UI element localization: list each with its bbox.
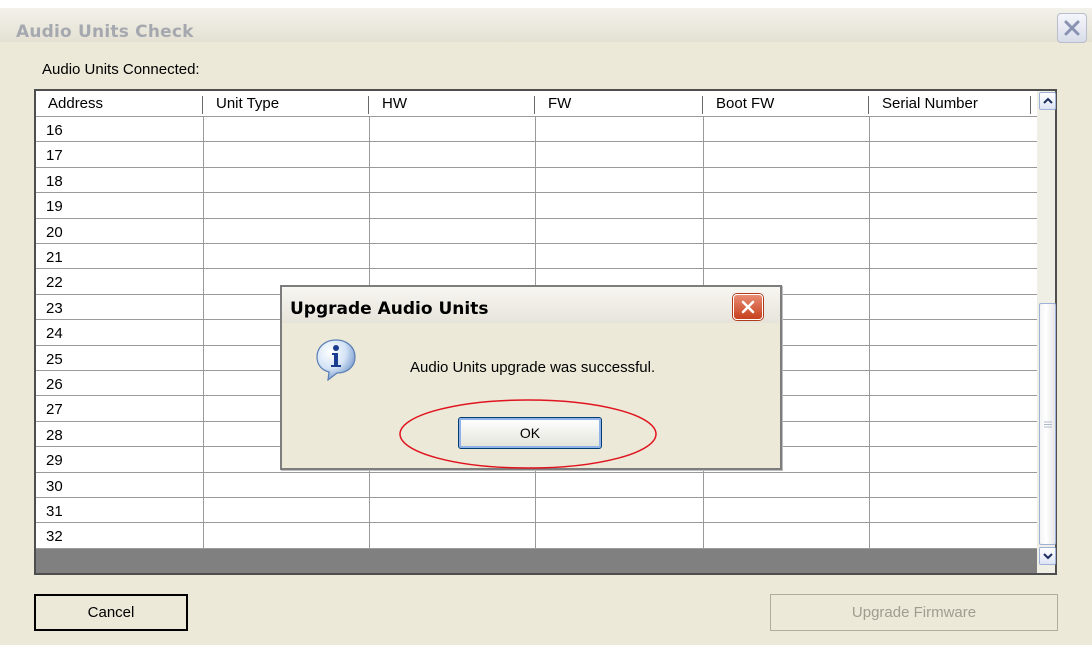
column-header-serial-number[interactable]: Serial Number [870, 91, 1030, 117]
address-cell: 23 [46, 299, 63, 317]
dialog-message: Audio Units upgrade was successful. [410, 359, 656, 376]
address-cell: 30 [46, 477, 63, 495]
address-cell: 19 [46, 198, 63, 216]
info-icon [316, 339, 356, 381]
table-header: Address Unit Type HW FW Boot FW Serial N… [36, 91, 1037, 117]
address-cell: 20 [46, 223, 63, 241]
column-divider[interactable] [534, 96, 535, 114]
address-cell: 27 [46, 401, 63, 419]
window-title: Audio Units Check [16, 22, 194, 42]
grip-icon [1043, 421, 1052, 427]
table-row[interactable]: 16 [36, 117, 1037, 143]
address-cell: 31 [46, 503, 63, 520]
table-row[interactable]: 21 [36, 244, 1037, 270]
scroll-down-button[interactable] [1039, 547, 1056, 565]
address-cell: 16 [46, 122, 63, 139]
column-gridline [203, 117, 204, 549]
column-header-hw[interactable]: HW [370, 91, 536, 117]
dialog-title: Upgrade Audio Units [290, 299, 489, 319]
address-cell: 17 [46, 147, 63, 165]
upgrade-firmware-button[interactable]: Upgrade Firmware [770, 594, 1058, 631]
address-cell: 21 [46, 249, 63, 266]
dialog-close-button[interactable] [733, 294, 763, 320]
table-row[interactable]: 30 [36, 473, 1037, 498]
address-cell: 24 [46, 325, 63, 343]
address-cell: 26 [46, 376, 63, 393]
cancel-button[interactable]: Cancel [34, 594, 188, 631]
window-close-button[interactable] [1057, 13, 1087, 43]
address-cell: 28 [46, 426, 63, 444]
table-row[interactable]: 18 [36, 168, 1037, 194]
address-cell: 18 [46, 172, 63, 190]
table-row[interactable]: 19 [36, 193, 1037, 219]
address-cell: 25 [46, 350, 63, 368]
table-row[interactable]: 20 [36, 219, 1037, 244]
table-row[interactable]: 31 [36, 498, 1037, 524]
connected-label: Audio Units Connected: [42, 61, 200, 78]
dialog-titlebar: Upgrade Audio Units [282, 287, 780, 323]
column-header-boot-fw[interactable]: Boot FW [704, 91, 870, 117]
scroll-thumb[interactable] [1039, 303, 1056, 545]
chevron-down-icon [1042, 553, 1053, 560]
column-header-unit-type[interactable]: Unit Type [204, 91, 370, 117]
highlight-annotation [399, 399, 657, 469]
column-divider[interactable] [368, 96, 369, 114]
table-row[interactable]: 17 [36, 142, 1037, 168]
column-divider[interactable] [202, 96, 203, 114]
table-row[interactable]: 32 [36, 523, 1037, 549]
table-empty-area [36, 549, 1037, 573]
address-cell: 32 [46, 528, 63, 546]
column-gridline [869, 117, 870, 549]
address-cell: 22 [46, 274, 63, 292]
close-icon [1064, 20, 1080, 36]
address-cell: 29 [46, 452, 63, 470]
column-divider[interactable] [868, 96, 869, 114]
scroll-up-button[interactable] [1039, 92, 1056, 110]
close-icon [741, 300, 755, 314]
chevron-up-icon [1042, 97, 1053, 104]
titlebar: Audio Units Check [0, 8, 1092, 42]
column-divider[interactable] [1030, 96, 1031, 114]
column-header-address[interactable]: Address [36, 91, 204, 117]
column-header-fw[interactable]: FW [536, 91, 704, 117]
column-divider[interactable] [702, 96, 703, 114]
